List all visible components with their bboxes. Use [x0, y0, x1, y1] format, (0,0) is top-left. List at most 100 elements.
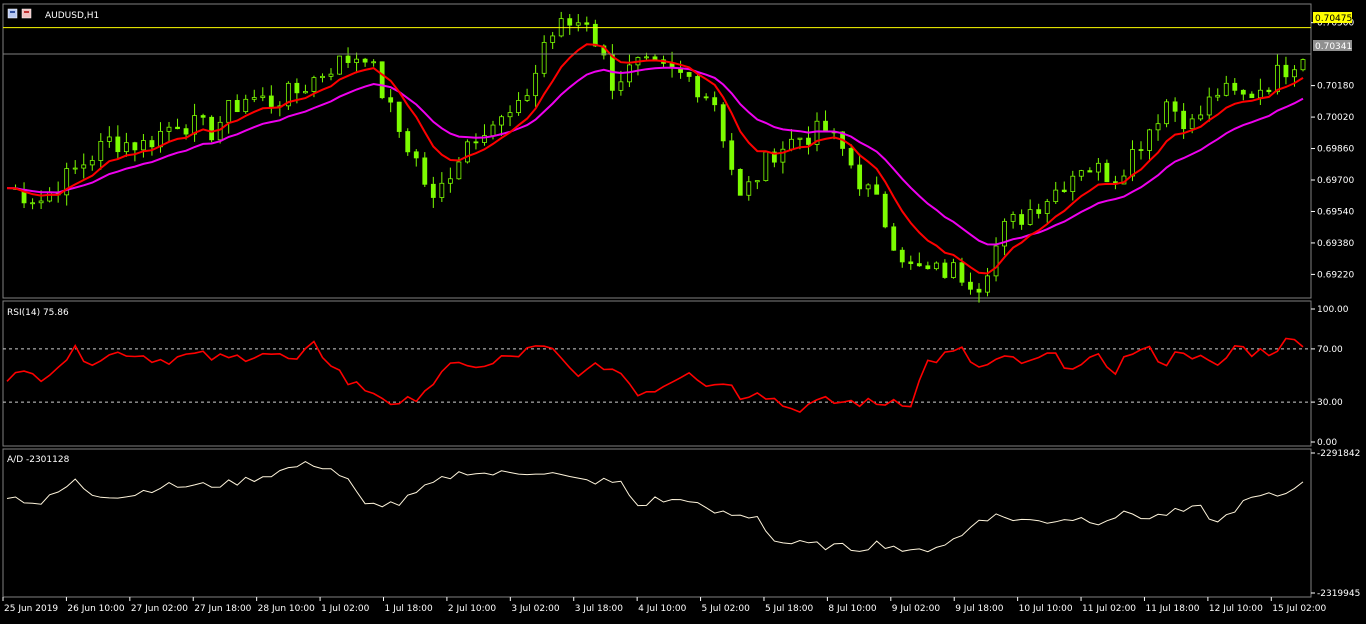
chart-window[interactable]: 0.70500 0.70180 0.70020 0.69860 0.69700 0.695…	[0, 0, 1366, 620]
price-frame	[2, 3, 1312, 299]
candle-body	[379, 61, 385, 99]
candle-body	[763, 151, 769, 181]
candle-body	[1215, 94, 1221, 98]
candle-body	[294, 82, 300, 94]
ad-panel[interactable]: -2291842 -2319945 A/D -2301128	[6, 449, 1360, 599]
candle-body	[737, 169, 743, 196]
candle-body	[311, 77, 317, 92]
candle-body	[209, 116, 215, 141]
candle-body	[1266, 89, 1272, 93]
candle-body	[149, 140, 155, 148]
rsi-line	[6, 337, 1304, 414]
candle-body	[141, 140, 146, 151]
time-tick-label: 1 Jul 18:00	[384, 604, 433, 614]
candle-body	[260, 95, 266, 98]
candle-body	[908, 261, 914, 265]
chart-canvas[interactable]: 0.705000.701800.700200.698600.697000.695…	[0, 0, 1366, 620]
candle-body	[516, 100, 521, 114]
bid-price-label: 0.70341	[1315, 42, 1352, 52]
ask-price-label: 0.70475	[1315, 14, 1352, 24]
time-tick-label: 15 Jul 02:00	[1272, 604, 1326, 614]
time-tick-label: 4 Jul 10:00	[638, 604, 687, 614]
candle-body	[1292, 69, 1297, 78]
candle-body	[686, 72, 692, 77]
window-icon	[7, 8, 18, 19]
candle-body	[251, 97, 257, 100]
candle-body	[1206, 96, 1212, 116]
candle-body	[533, 72, 539, 97]
candle-body	[1010, 214, 1016, 222]
candle-body	[354, 58, 359, 63]
time-tick-label: 3 Jul 18:00	[575, 604, 624, 614]
candle-body	[499, 116, 504, 126]
candle-body	[1164, 101, 1169, 125]
candle-body	[303, 91, 308, 94]
time-tick-label: 2 Jul 10:00	[448, 604, 497, 614]
candle-body	[1130, 149, 1135, 177]
candle-body	[175, 126, 180, 130]
candle-body	[371, 61, 377, 64]
ad-tick-label: -2291842	[1317, 449, 1360, 459]
candle-body	[1257, 89, 1263, 99]
rsi-tick-label: 30.00	[1317, 398, 1343, 408]
panel-frames	[2, 3, 1312, 598]
time-tick-label: 9 Jul 02:00	[892, 604, 941, 614]
candle-body	[806, 137, 811, 145]
rsi-panel[interactable]: 100.00 70.00 30.00 0.00 RSI(14) 75.86	[3, 305, 1349, 448]
candle-body	[1300, 59, 1306, 71]
time-tick-label: 3 Jul 02:00	[511, 604, 560, 614]
candle-body	[320, 75, 325, 79]
candle-body	[217, 121, 223, 141]
rsi-level-lines	[3, 348, 1311, 403]
candle-body	[362, 58, 368, 63]
bid-price-tag: 0.70341	[1313, 40, 1352, 52]
candle-body	[1053, 189, 1059, 202]
price-tick-label: 0.69700	[1317, 176, 1354, 186]
candle-body	[447, 178, 453, 184]
candle-body	[396, 101, 402, 132]
ad-line	[6, 461, 1304, 553]
candle-body	[1155, 123, 1161, 131]
candle-body	[1019, 214, 1025, 225]
candle-body	[550, 35, 556, 43]
candle-body	[1104, 162, 1110, 183]
time-tick-label: 11 Jul 02:00	[1082, 604, 1136, 614]
candle-body	[993, 245, 999, 277]
candles-group	[13, 11, 1306, 303]
price-tick-label: 0.69860	[1317, 145, 1354, 155]
candle-body	[567, 18, 573, 26]
price-tick-label: 0.69220	[1317, 270, 1354, 280]
time-tick-label: 28 Jun 10:00	[258, 604, 315, 614]
rsi-tick-label: 100.00	[1317, 305, 1349, 315]
symbol-header[interactable]: AUDUSD,H1	[7, 8, 99, 21]
candle-body	[226, 100, 232, 123]
ad-frame	[2, 448, 1312, 598]
rsi-axis: 100.00 70.00 30.00 0.00	[1311, 305, 1349, 448]
candle-body	[1027, 209, 1033, 225]
candle-body	[891, 226, 897, 251]
candle-body	[81, 164, 87, 169]
candle-body	[430, 183, 436, 198]
candle-body	[388, 97, 394, 103]
candle-body	[754, 180, 760, 183]
candle-body	[1283, 64, 1289, 78]
window-icon-bar	[10, 11, 15, 13]
candle-body	[456, 161, 462, 180]
time-tick-label: 25 Jun 2019	[4, 604, 58, 614]
candle-body	[720, 104, 726, 142]
candle-body	[985, 275, 990, 293]
candle-body	[465, 141, 470, 163]
time-tick-label: 12 Jul 10:00	[1209, 604, 1263, 614]
price-axis: 0.705000.701800.700200.698600.697000.695…	[1311, 19, 1354, 280]
candle-body	[115, 136, 121, 153]
candle-body	[422, 157, 428, 185]
ma-slow-line	[6, 66, 1304, 246]
candle-body	[123, 142, 129, 153]
candle-body	[1095, 162, 1101, 173]
price-panel[interactable]: 0.705000.701800.700200.698600.697000.695…	[3, 8, 1354, 303]
candle-body	[439, 182, 445, 198]
price-tick-label: 0.69380	[1317, 239, 1354, 249]
candle-body	[524, 95, 530, 101]
candle-body	[959, 262, 965, 283]
candle-body	[942, 262, 948, 278]
